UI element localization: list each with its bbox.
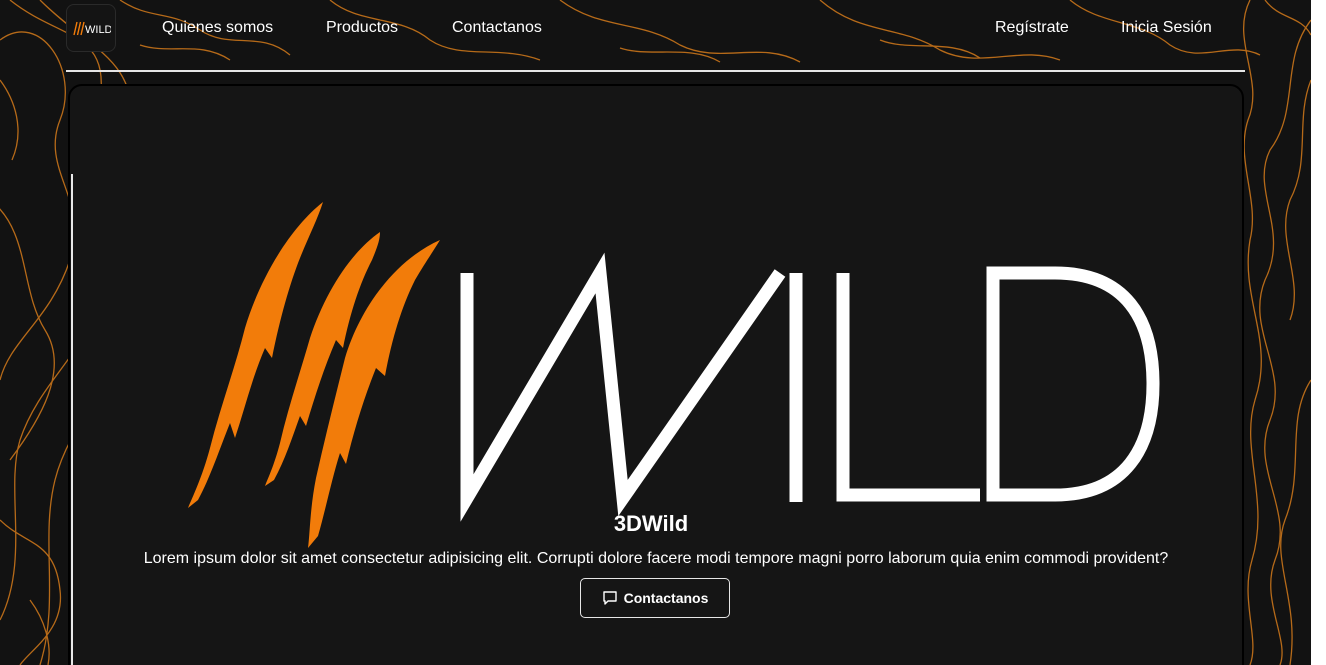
hero-card: 3DWild Lorem ipsum dolor sit amet consec… — [68, 84, 1244, 665]
hero-edge-line — [71, 174, 73, 665]
nav-logo[interactable]: WILD — [66, 4, 116, 52]
contact-button-label: Contactanos — [623, 590, 709, 606]
chat-bubble-icon — [602, 591, 617, 605]
nav-link-register[interactable]: Regístrate — [995, 19, 1069, 37]
nav-link-productos[interactable]: Productos — [326, 19, 398, 37]
page: WILD Quienes somos Productos Contactanos… — [0, 0, 1326, 665]
contact-button[interactable]: Contactanos — [580, 578, 730, 618]
nav-divider — [66, 70, 1245, 72]
hero-title: 3DWild — [70, 511, 1242, 537]
nav-link-login[interactable]: Inicia Sesión — [1121, 19, 1212, 37]
wild-logo — [188, 202, 1160, 548]
claw-logo-icon: WILD — [73, 21, 111, 36]
hero-description: Lorem ipsum dolor sit amet consectetur a… — [143, 550, 1169, 567]
scrollbar-gutter — [1311, 0, 1326, 665]
nav-link-contactanos[interactable]: Contactanos — [452, 19, 542, 37]
claw-marks-icon — [188, 202, 440, 548]
nav-logo-text: WILD — [85, 24, 111, 36]
wild-wordmark — [460, 252, 1160, 522]
hero-title-text: 3DWild — [613, 511, 689, 536]
navbar: WILD Quienes somos Productos Contactanos… — [66, 0, 1245, 64]
nav-link-quienes-somos[interactable]: Quienes somos — [162, 19, 273, 37]
